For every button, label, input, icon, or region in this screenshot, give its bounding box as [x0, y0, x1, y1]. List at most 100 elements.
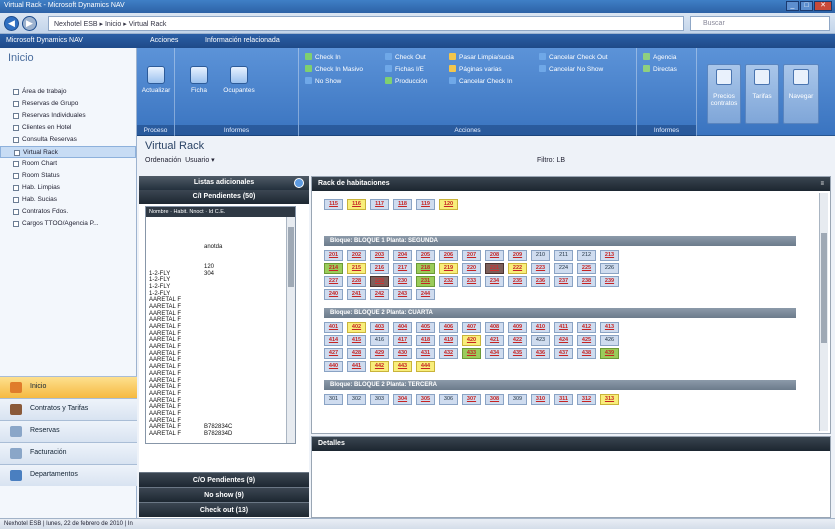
room-225[interactable]: 225 [577, 263, 596, 274]
table-row[interactable]: 1-2-FLY [146, 277, 295, 284]
acciones-menu[interactable]: Acciones [150, 37, 178, 44]
table-row[interactable]: AARETAL F [146, 371, 295, 378]
table-row[interactable] [146, 250, 295, 257]
room-408[interactable]: 408 [485, 322, 504, 333]
room-233[interactable]: 233 [462, 276, 481, 287]
check-out-button[interactable]: Check Out [385, 53, 426, 61]
room-208[interactable]: 208 [485, 250, 504, 261]
room-442[interactable]: 442 [370, 361, 389, 372]
room-407[interactable]: 407 [462, 322, 481, 333]
room-418[interactable]: 418 [416, 335, 435, 346]
nav-item[interactable]: Reservas Individuales [0, 110, 136, 122]
cancelar-check-in-button[interactable]: Cancelar Check In [449, 77, 512, 85]
room-438[interactable]: 438 [577, 348, 596, 359]
back-button[interactable]: ◀ [4, 16, 19, 31]
check-in-masivo-button[interactable]: Check In Masivo [305, 65, 363, 73]
room-223[interactable]: 223 [531, 263, 550, 274]
info-menu[interactable]: Información relacionada [205, 37, 280, 44]
paginas-varias-button[interactable]: Páginas varias [449, 65, 502, 73]
room-401[interactable]: 401 [324, 322, 343, 333]
table-row[interactable]: AARETAL F [146, 391, 295, 398]
nav-button-facturacion[interactable]: Facturación [0, 442, 137, 464]
table-row[interactable]: AARETAL F B782834D [146, 431, 295, 438]
room-402[interactable]: 402 [347, 322, 366, 333]
room-231[interactable]: 231 [416, 276, 435, 287]
room-443[interactable]: 443 [393, 361, 412, 372]
room-413[interactable]: 413 [600, 322, 619, 333]
nav-button-reservas[interactable]: Reservas [0, 420, 137, 442]
table-row[interactable] [146, 224, 295, 231]
table-row[interactable] [146, 230, 295, 237]
room-433[interactable]: 433 [462, 348, 481, 359]
nav-item[interactable]: Clientes en Hotel [0, 122, 136, 134]
room-437[interactable]: 437 [554, 348, 573, 359]
room-417[interactable]: 417 [393, 335, 412, 346]
room-205[interactable]: 205 [416, 250, 435, 261]
room-219[interactable]: 219 [439, 263, 458, 274]
table-row[interactable]: 120 [146, 264, 295, 271]
room-209[interactable]: 209 [508, 250, 527, 261]
table-row[interactable]: AARETAL F [146, 311, 295, 318]
precios-contratos-button[interactable]: Precios contratos [707, 64, 741, 124]
nav-button-contratos[interactable]: Contratos y Tarifas [0, 398, 137, 420]
table-row[interactable]: AARETAL F [146, 378, 295, 385]
fichas-button[interactable]: Fichas I/E [385, 65, 424, 73]
room-204[interactable]: 204 [393, 250, 412, 261]
table-row[interactable] [146, 217, 295, 224]
room-242[interactable]: 242 [370, 289, 389, 300]
cancelar-check-out-button[interactable]: Cancelar Check Out [539, 53, 608, 61]
room-436[interactable]: 436 [531, 348, 550, 359]
room-232[interactable]: 232 [439, 276, 458, 287]
close-button[interactable]: ✕ [814, 1, 832, 11]
room-117[interactable]: 117 [370, 199, 389, 210]
room-430[interactable]: 430 [393, 348, 412, 359]
room-207[interactable]: 207 [462, 250, 481, 261]
room-435[interactable]: 435 [508, 348, 527, 359]
room-432[interactable]: 432 [439, 348, 458, 359]
room-222[interactable]: 222 [508, 263, 527, 274]
minimize-button[interactable]: _ [786, 1, 799, 11]
scroll-thumb[interactable] [288, 227, 294, 287]
room-234[interactable]: 234 [485, 276, 504, 287]
room-201[interactable]: 201 [324, 250, 343, 261]
room-412[interactable]: 412 [577, 322, 596, 333]
nav-button-inicio[interactable]: Inicio [0, 376, 137, 398]
room-237[interactable]: 237 [554, 276, 573, 287]
room-115[interactable]: 115 [324, 199, 343, 210]
room-406[interactable]: 406 [439, 322, 458, 333]
room-420[interactable]: 420 [462, 335, 481, 346]
room-243[interactable]: 243 [393, 289, 412, 300]
room-426[interactable]: 426 [600, 335, 619, 346]
co-pending-header[interactable]: C/O Pendientes (9) [139, 472, 309, 487]
table-row[interactable] [146, 257, 295, 264]
nav-item[interactable]: Reservas de Grupo [0, 98, 136, 110]
table-row[interactable]: AARETAL F [146, 317, 295, 324]
room-441[interactable]: 441 [347, 361, 366, 372]
room-218[interactable]: 218 [416, 263, 435, 274]
room-215[interactable]: 215 [347, 263, 366, 274]
agencia-button[interactable]: Agencia [643, 53, 677, 61]
room-238[interactable]: 238 [577, 276, 596, 287]
room-203[interactable]: 203 [370, 250, 389, 261]
room-241[interactable]: 241 [347, 289, 366, 300]
table-row[interactable]: AARETAL F [146, 344, 295, 351]
room-119[interactable]: 119 [416, 199, 435, 210]
room-423[interactable]: 423 [531, 335, 550, 346]
room-224[interactable]: 224 [554, 263, 573, 274]
room-309[interactable]: 309 [508, 394, 527, 405]
room-310[interactable]: 310 [531, 394, 550, 405]
produccion-button[interactable]: Producción [385, 77, 428, 85]
nav-item[interactable]: Área de trabajo [0, 86, 136, 98]
room-411[interactable]: 411 [554, 322, 573, 333]
nav-item[interactable]: Contratos Fdos. [0, 206, 136, 218]
room-303[interactable]: 303 [370, 394, 389, 405]
table-row[interactable]: AARETAL F [146, 357, 295, 364]
room-216[interactable]: 216 [370, 263, 389, 274]
table-row[interactable] [146, 237, 295, 244]
room-230[interactable]: 230 [393, 276, 412, 287]
table-row[interactable]: AARETAL F [146, 398, 295, 405]
room-301[interactable]: 301 [324, 394, 343, 405]
room-120[interactable]: 120 [439, 199, 458, 210]
ocupantes-button[interactable]: Ocupantes [219, 66, 259, 94]
room-427[interactable]: 427 [324, 348, 343, 359]
